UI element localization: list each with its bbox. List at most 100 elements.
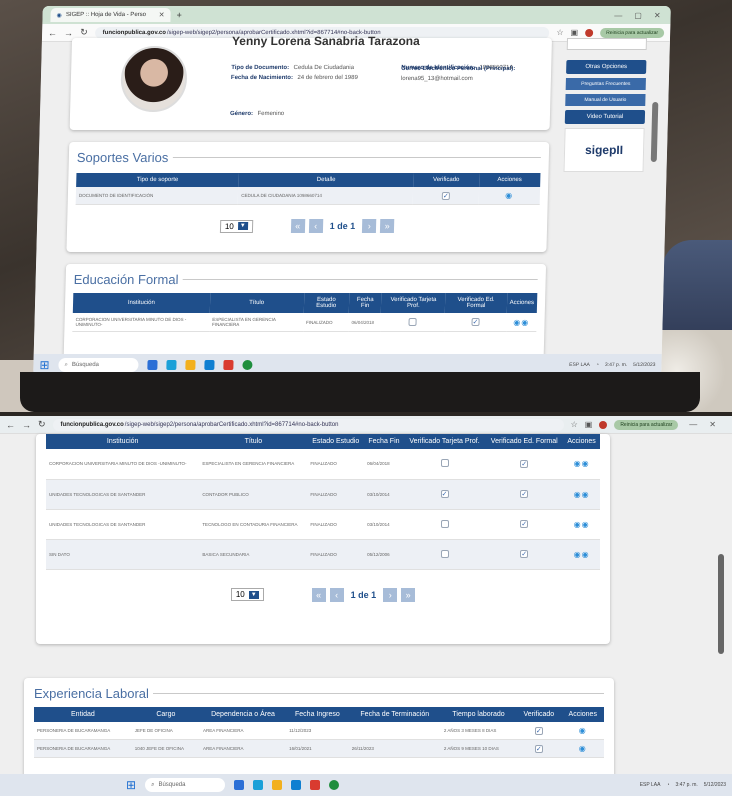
- faq-link[interactable]: Preguntas Frecuentes: [565, 78, 646, 90]
- view-icon[interactable]: ◉◉: [574, 490, 590, 499]
- wifi-icon[interactable]: ◔: [666, 782, 669, 788]
- back-icon[interactable]: ←: [6, 420, 15, 430]
- cell-acciones: ◉◉: [563, 539, 600, 570]
- search-icon: ⌕: [151, 781, 155, 788]
- next-page-button[interactable]: ›: [362, 219, 377, 233]
- star-icon[interactable]: ☆: [556, 28, 563, 37]
- folder-icon[interactable]: [185, 360, 196, 370]
- formal-checkbox[interactable]: ✓: [520, 459, 529, 468]
- app-icon[interactable]: [234, 780, 245, 790]
- view-icon[interactable]: ◉: [579, 744, 587, 753]
- manual-link[interactable]: Manual de Usuario: [565, 94, 646, 106]
- tarjeta-checkbox[interactable]: ✓: [440, 490, 449, 498]
- view-icon[interactable]: ◉: [505, 191, 513, 200]
- extensions-icon[interactable]: ▣: [570, 28, 578, 37]
- tarjeta-checkbox[interactable]: [440, 519, 449, 528]
- verificado-checkbox[interactable]: ✓: [534, 744, 543, 753]
- cell-institucion: CORPORACION UNIVERSITARIA MINUTO DE DIOS…: [72, 313, 210, 332]
- video-tutorial-button[interactable]: Video Tutorial: [564, 110, 646, 124]
- wifi-icon[interactable]: ◔: [596, 362, 599, 368]
- cell-ingreso: 11/12/2023: [286, 722, 349, 740]
- url-domain: funcionpublica.gov.co: [60, 421, 124, 428]
- close-window-icon[interactable]: ✕: [709, 420, 716, 429]
- extensions-icon[interactable]: ▣: [585, 420, 593, 429]
- new-tab-icon[interactable]: +: [176, 10, 182, 20]
- table-row: SIN DATO BASICA SECUNDARIA FINALIZADO 05/12…: [46, 539, 600, 570]
- app-icon[interactable]: [310, 780, 321, 790]
- col-titulo: Título: [199, 434, 308, 449]
- forward-icon[interactable]: →: [22, 420, 31, 430]
- tarjeta-checkbox[interactable]: [440, 459, 449, 468]
- col-titulo: Título: [209, 293, 304, 313]
- window-controls: — ▢ ✕: [614, 11, 671, 20]
- update-button[interactable]: Reinicia para actualizar: [614, 419, 679, 430]
- windows-start-icon[interactable]: ⊞: [126, 778, 136, 792]
- browser-tab[interactable]: ◉ SIGEP :: Hoja de Vida - Perso ✕: [50, 8, 171, 22]
- page-scrollbar[interactable]: [718, 554, 724, 654]
- cell-institucion: UNIDADES TECNOLOGICAS DE SANTANDER: [46, 509, 200, 540]
- last-page-button[interactable]: »: [380, 219, 395, 233]
- app-icon[interactable]: [166, 360, 177, 370]
- profile-icon[interactable]: [599, 420, 608, 429]
- folder-icon[interactable]: [272, 780, 283, 790]
- profile-icon[interactable]: [585, 28, 594, 37]
- tarjeta-checkbox[interactable]: [408, 317, 417, 326]
- formal-checkbox[interactable]: ✓: [520, 520, 529, 528]
- last-page-button[interactable]: »: [401, 587, 416, 602]
- formal-checkbox[interactable]: ✓: [471, 318, 480, 326]
- prev-page-button[interactable]: ‹: [329, 587, 344, 602]
- back-icon[interactable]: ←: [48, 28, 57, 38]
- page-scrollbar[interactable]: [650, 102, 659, 162]
- formal-checkbox[interactable]: ✓: [520, 490, 529, 498]
- app-icon[interactable]: [291, 780, 302, 790]
- first-page-button[interactable]: «: [290, 219, 305, 233]
- next-page-button[interactable]: ›: [383, 587, 398, 602]
- table-row: CORPORACION UNIVERSITARIA MINUTO DE DIOS…: [72, 313, 537, 332]
- view-icon[interactable]: ◉◉: [513, 318, 529, 327]
- view-icon[interactable]: ◉◉: [574, 459, 590, 468]
- cell-estado: FINALIZADO: [307, 509, 365, 540]
- first-page-button[interactable]: «: [311, 587, 326, 602]
- sidebar-select[interactable]: [566, 38, 648, 50]
- prev-page-button[interactable]: ‹: [308, 219, 323, 233]
- app-icon[interactable]: [204, 360, 215, 370]
- search-icon: ⌕: [64, 361, 68, 368]
- star-icon[interactable]: ☆: [571, 420, 578, 429]
- verificado-checkbox[interactable]: ✓: [534, 726, 543, 735]
- maximize-icon[interactable]: ▢: [634, 11, 642, 20]
- col-fecha-fin: Fecha Fin: [348, 293, 382, 313]
- url-field[interactable]: funcionpublica.gov.co /sigep-web/sigep2/…: [52, 418, 564, 431]
- col-dependencia: Dependencia o Área: [199, 707, 287, 722]
- other-options-button[interactable]: Otras Opciones: [566, 60, 647, 74]
- url-path: /sigep-web/sigep2/persona/aprobarCertifi…: [124, 421, 339, 428]
- close-tab-icon[interactable]: ✕: [159, 11, 165, 19]
- reload-icon[interactable]: ↻: [80, 27, 88, 38]
- chrome-icon[interactable]: [329, 780, 340, 790]
- formal-checkbox[interactable]: ✓: [520, 550, 529, 558]
- cell-termino: [348, 722, 441, 740]
- taskbar-search[interactable]: ⌕ Búsqueda: [145, 778, 226, 792]
- app-icon[interactable]: [223, 360, 234, 370]
- view-icon[interactable]: ◉◉: [574, 550, 590, 559]
- view-icon[interactable]: ◉◉: [574, 520, 590, 529]
- close-window-icon[interactable]: ✕: [654, 11, 661, 20]
- app-icon[interactable]: [147, 360, 158, 370]
- cell-tiempo: 2 AÑOS 9 MESES 10 DIAS: [440, 739, 517, 758]
- page-size-select[interactable]: 10 ▼: [230, 588, 264, 601]
- update-button[interactable]: Reinicia para actualizar: [600, 27, 665, 38]
- verified-checkbox[interactable]: ✓: [441, 191, 450, 200]
- tray-lang: ESP LAA: [639, 782, 661, 788]
- view-icon[interactable]: ◉: [579, 726, 587, 735]
- tarjeta-checkbox[interactable]: [440, 549, 449, 558]
- forward-icon[interactable]: →: [64, 28, 73, 38]
- windows-start-icon[interactable]: ⊞: [39, 358, 49, 372]
- educacion-pager: 10 ▼ « ‹ 1 de 1 › »: [46, 587, 600, 602]
- taskbar-search[interactable]: ⌕ Búsqueda: [58, 358, 139, 372]
- gender-row: Género: Femenino: [230, 102, 285, 120]
- minimize-icon[interactable]: —: [689, 420, 697, 429]
- page-size-select[interactable]: 10 ▼: [219, 219, 253, 233]
- app-icon[interactable]: [253, 780, 264, 790]
- chrome-icon[interactable]: [242, 360, 253, 370]
- minimize-icon[interactable]: —: [614, 11, 622, 20]
- reload-icon[interactable]: ↻: [38, 419, 46, 430]
